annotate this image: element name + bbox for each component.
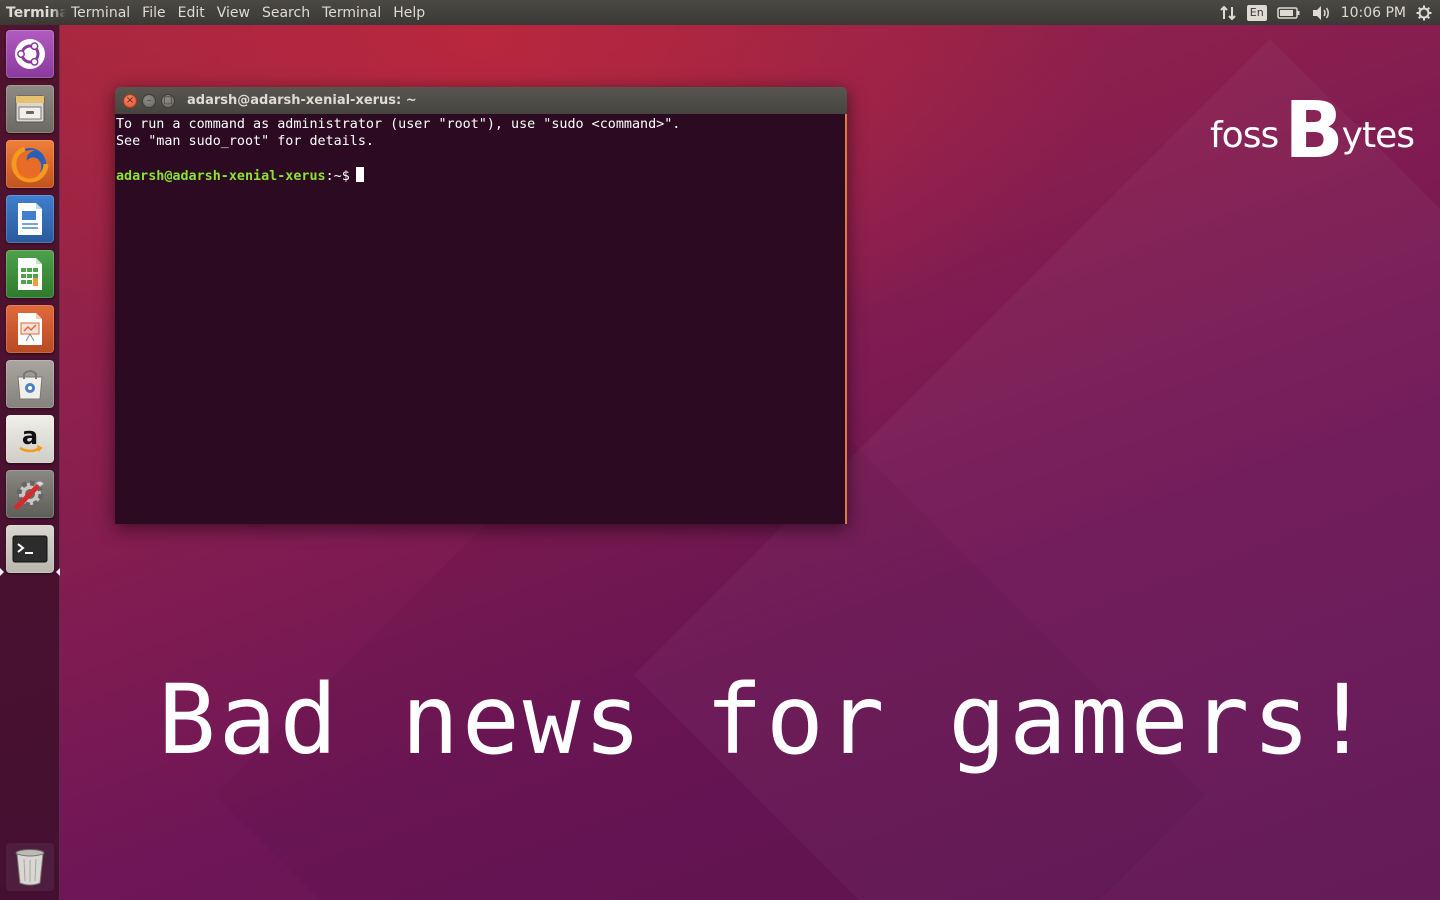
clock[interactable]: 10:06 PM <box>1341 5 1406 21</box>
launcher-files[interactable] <box>6 85 54 133</box>
terminal-prompt-line[interactable]: adarsh@adarsh-xenial-xerus:~$ <box>116 167 845 184</box>
launcher-ubuntu-dash[interactable] <box>6 30 54 78</box>
terminal-window[interactable]: × – □ adarsh@adarsh-xenial-xerus: ~ To r… <box>115 87 847 524</box>
terminal-line: See "man sudo_root" for details. <box>116 134 374 149</box>
impress-presentation-icon <box>18 313 42 345</box>
menu-edit[interactable]: Edit <box>178 5 205 21</box>
svg-text:a: a <box>22 422 38 450</box>
fossbytes-logo: foss B ytes <box>1210 86 1415 176</box>
headline-text: Bad news for gamers! <box>158 664 1374 776</box>
file-cabinet-icon <box>15 95 45 123</box>
close-icon[interactable]: × <box>123 93 137 108</box>
menu-file[interactable]: File <box>142 5 165 21</box>
amazon-icon: a <box>19 422 43 453</box>
menu-view[interactable]: View <box>217 5 250 21</box>
gear-power-icon[interactable] <box>1416 0 1432 25</box>
volume-icon[interactable] <box>1311 0 1331 25</box>
writer-document-icon <box>18 203 42 235</box>
firefox-icon <box>11 145 49 183</box>
launcher-system-settings[interactable] <box>6 470 54 518</box>
battery-icon[interactable] <box>1276 0 1301 25</box>
ubuntu-logo-icon <box>15 39 45 69</box>
launcher-calc[interactable] <box>6 250 54 298</box>
window-titlebar[interactable]: × – □ adarsh@adarsh-xenial-xerus: ~ <box>115 87 847 114</box>
prompt-user-host: adarsh@adarsh-xenial-xerus <box>116 169 326 184</box>
maximize-icon[interactable]: □ <box>161 93 175 108</box>
launcher-focused-indicator <box>56 568 60 576</box>
launcher-amazon[interactable]: a <box>6 415 54 463</box>
launcher-terminal[interactable] <box>6 525 54 573</box>
menu-help[interactable]: Help <box>393 5 425 21</box>
terminal-line: To run a command as administrator (user … <box>116 117 681 132</box>
launcher-firefox[interactable] <box>6 140 54 188</box>
launcher-impress[interactable] <box>6 305 54 353</box>
launcher-writer[interactable] <box>6 195 54 243</box>
text-cursor <box>355 167 364 182</box>
trash-icon <box>15 849 45 886</box>
menu-search[interactable]: Search <box>262 5 310 21</box>
network-updown-icon[interactable] <box>1219 0 1237 25</box>
launcher-trash[interactable] <box>6 843 54 891</box>
terminal-icon <box>12 535 48 563</box>
logo-part-foss: foss <box>1210 115 1279 156</box>
launcher-software-center[interactable] <box>6 360 54 408</box>
terminal-output[interactable]: To run a command as administrator (user … <box>115 114 847 524</box>
launcher: a <box>0 25 60 900</box>
window-title: adarsh@adarsh-xenial-xerus: ~ <box>187 93 417 108</box>
active-app-name: Terminal <box>6 4 66 21</box>
calc-spreadsheet-icon <box>18 258 42 290</box>
menu-terminal[interactable]: Terminal <box>71 5 130 21</box>
prompt-symbol: :~$ <box>325 169 350 184</box>
indicator-area: En 10:06 PM <box>1219 0 1440 25</box>
keyboard-layout-indicator[interactable]: En <box>1246 4 1267 21</box>
settings-tools-icon <box>14 480 45 510</box>
menu-terminal-2[interactable]: Terminal <box>322 5 381 21</box>
top-panel: Terminal Terminal File Edit View Search … <box>0 0 1440 25</box>
launcher-running-indicator <box>0 568 4 576</box>
logo-part-b: B <box>1284 86 1344 176</box>
minimize-icon[interactable]: – <box>142 93 156 108</box>
logo-part-ytes: ytes <box>1341 115 1415 156</box>
shopping-bag-icon <box>17 370 43 400</box>
